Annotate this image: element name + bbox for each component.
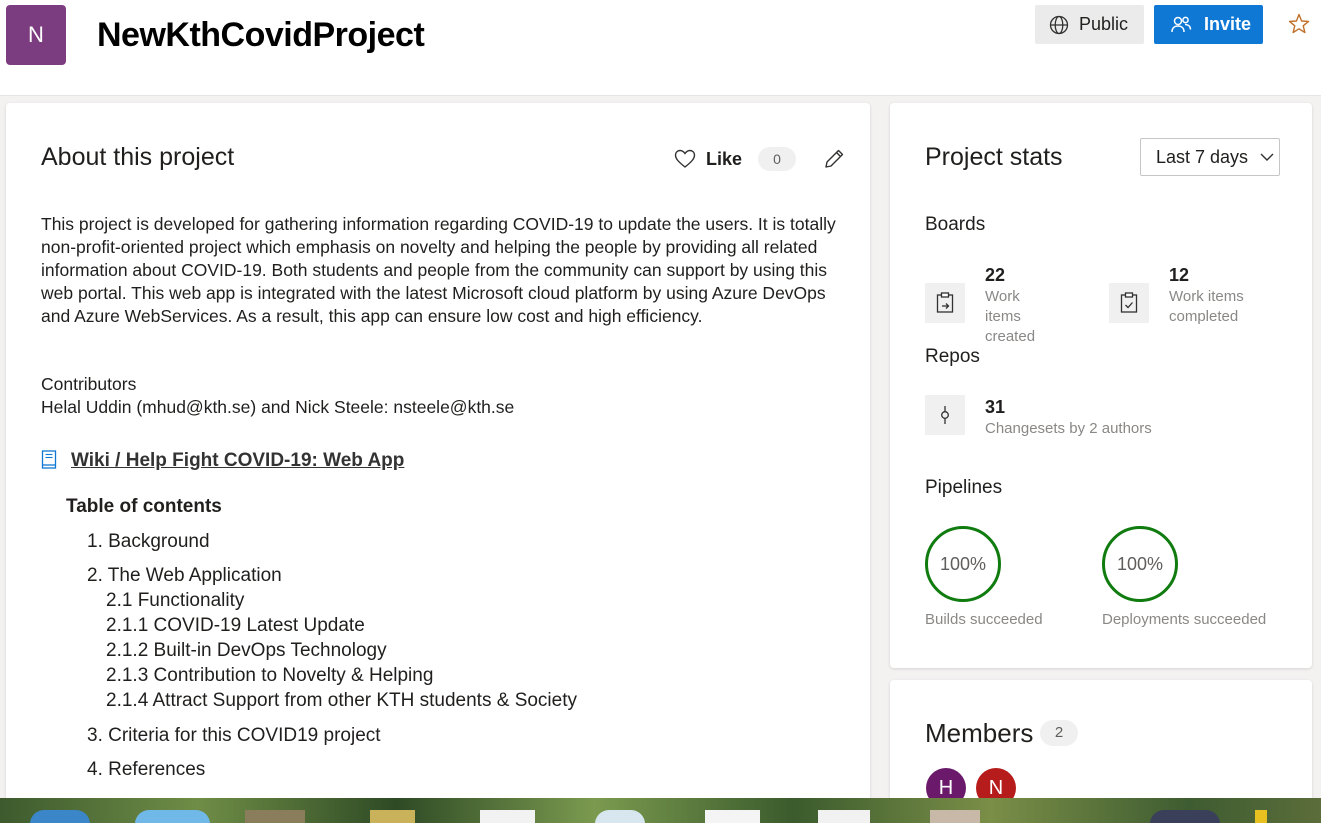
project-title: NewKthCovidProject bbox=[97, 16, 425, 54]
pipelines-label: Pipelines bbox=[925, 477, 1003, 498]
taskbar-app-icon[interactable] bbox=[135, 810, 210, 823]
changesets-count[interactable]: 31 bbox=[985, 397, 1005, 418]
commit-icon bbox=[925, 395, 965, 435]
people-icon bbox=[1171, 16, 1192, 32]
taskbar-app-icon[interactable] bbox=[1255, 810, 1267, 823]
taskbar-app-icon[interactable] bbox=[480, 810, 535, 823]
about-project-card: About this project Like 0 This project i… bbox=[6, 103, 870, 823]
contributors-label: Contributors bbox=[41, 374, 137, 394]
invite-label: Invite bbox=[1204, 14, 1252, 34]
boards-label: Boards bbox=[925, 214, 986, 235]
toc-title: Table of contents bbox=[66, 496, 222, 517]
wiki-book-icon bbox=[41, 450, 57, 470]
taskbar-app-icon[interactable] bbox=[705, 810, 760, 823]
like-count-badge: 0 bbox=[758, 147, 797, 171]
visibility-button[interactable]: Public bbox=[1035, 5, 1144, 44]
taskbar-app-icon[interactable] bbox=[370, 810, 415, 823]
work-items-created-text: Work items created bbox=[985, 288, 1036, 345]
contributors-text: Helal Uddin (mhud@kth.se) and Nick Steel… bbox=[41, 397, 515, 417]
visibility-label: Public bbox=[1079, 14, 1129, 34]
about-title: About this project bbox=[41, 143, 235, 171]
toc-item[interactable]: 2.1 Functionality bbox=[106, 590, 244, 612]
members-count-badge: 2 bbox=[1040, 720, 1078, 746]
project-stats-card: Project stats Last 7 days Boards 22 Work… bbox=[890, 103, 1312, 668]
period-dropdown[interactable]: Last 7 days bbox=[1140, 138, 1280, 176]
invite-button[interactable]: Invite bbox=[1154, 5, 1263, 44]
deployments-success-ring[interactable]: 100% bbox=[1102, 526, 1178, 602]
builds-success-ring[interactable]: 100% bbox=[925, 526, 1001, 602]
toc-item[interactable]: 2.1.2 Built-in DevOps Technology bbox=[106, 640, 387, 662]
toc-item[interactable]: 2.1.1 COVID-19 Latest Update bbox=[106, 615, 365, 637]
work-items-created-icon bbox=[925, 283, 965, 323]
favorite-star-icon[interactable] bbox=[1288, 13, 1310, 35]
builds-succeeded-label: Builds succeeded bbox=[925, 611, 1043, 628]
taskbar-app-icon[interactable] bbox=[595, 810, 645, 823]
taskbar-app-icon[interactable] bbox=[30, 810, 90, 823]
deployments-succeeded-label: Deployments succeeded bbox=[1102, 611, 1267, 628]
repos-label: Repos bbox=[925, 346, 980, 367]
work-items-completed-text: Work items completed bbox=[1169, 288, 1244, 325]
like-button[interactable]: Like 0 bbox=[674, 147, 797, 171]
work-items-created-count[interactable]: 22 bbox=[985, 265, 1005, 286]
globe-icon bbox=[1049, 15, 1069, 34]
toc-item[interactable]: 3. Criteria for this COVID19 project bbox=[87, 725, 381, 747]
changesets-text: Changesets by 2 authors bbox=[985, 420, 1152, 437]
taskbar-app-icon[interactable] bbox=[930, 810, 980, 823]
toc-item[interactable]: 2. The Web Application bbox=[87, 565, 282, 587]
members-title: Members bbox=[925, 718, 1034, 748]
heart-icon bbox=[674, 149, 696, 168]
taskbar-strip bbox=[0, 798, 1321, 823]
toc-item[interactable]: 1. Background bbox=[87, 531, 210, 553]
wiki-link[interactable]: Wiki / Help Fight COVID-19: Web App bbox=[71, 450, 404, 472]
edit-pencil-icon[interactable] bbox=[822, 147, 846, 171]
taskbar-app-icon[interactable] bbox=[245, 810, 305, 823]
like-label: Like bbox=[706, 148, 743, 169]
toc-item[interactable]: 2.1.4 Attract Support from other KTH stu… bbox=[106, 690, 577, 712]
project-header: N NewKthCovidProject Public Invite bbox=[0, 0, 1321, 96]
project-avatar[interactable]: N bbox=[6, 5, 66, 65]
work-items-completed-icon bbox=[1109, 283, 1149, 323]
chevron-down-icon bbox=[1260, 153, 1274, 161]
stats-title: Project stats bbox=[925, 143, 1063, 171]
toc-item[interactable]: 4. References bbox=[87, 759, 205, 781]
period-value: Last 7 days bbox=[1156, 146, 1249, 167]
taskbar-app-icon[interactable] bbox=[1150, 810, 1220, 823]
taskbar-app-icon[interactable] bbox=[818, 810, 870, 823]
project-description: This project is developed for gathering … bbox=[41, 214, 836, 326]
work-items-completed-count[interactable]: 12 bbox=[1169, 265, 1189, 286]
toc-item[interactable]: 2.1.3 Contribution to Novelty & Helping bbox=[106, 665, 433, 687]
